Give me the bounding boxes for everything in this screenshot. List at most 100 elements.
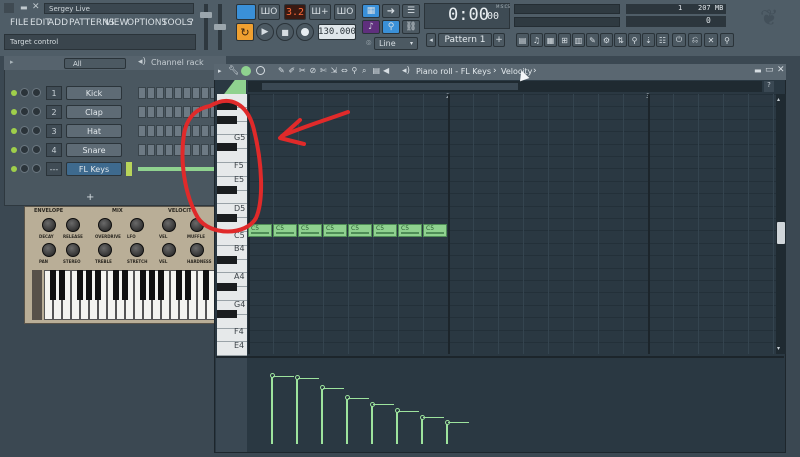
velocity-bar[interactable] bbox=[446, 422, 448, 444]
channel-name-button[interactable]: FL Keys bbox=[66, 162, 122, 176]
zoom-h-icon[interactable]: ⇔ bbox=[341, 66, 348, 75]
undo-icon[interactable]: ⎌ bbox=[688, 33, 702, 47]
stats-icon[interactable]: ☷ bbox=[656, 33, 669, 47]
synth-knob[interactable] bbox=[98, 243, 112, 257]
scroll-up-icon[interactable]: ▴ bbox=[777, 96, 780, 103]
mixer-icon[interactable]: ⊞ bbox=[558, 33, 571, 47]
master-volume-slider[interactable] bbox=[204, 4, 208, 50]
synth-knob[interactable] bbox=[42, 243, 56, 257]
step-button[interactable] bbox=[138, 144, 146, 156]
velocity-bar[interactable] bbox=[321, 387, 323, 444]
channel-mute-led[interactable] bbox=[11, 90, 17, 96]
channel-filter-select[interactable]: All bbox=[64, 58, 126, 69]
menu-file[interactable]: FILE bbox=[10, 18, 29, 28]
piano-roll-icon[interactable]: ♫ bbox=[530, 33, 543, 47]
synth-knob[interactable] bbox=[130, 243, 144, 257]
synth-knob[interactable] bbox=[98, 218, 112, 232]
typing-keyboard-badge[interactable]: 3.2 bbox=[284, 4, 306, 20]
blend-icon[interactable]: ♪ bbox=[362, 20, 380, 34]
piano-black-key[interactable] bbox=[217, 256, 237, 264]
metronome-icon[interactable]: ▦ bbox=[362, 4, 380, 18]
snap-select[interactable]: Line ▾ bbox=[374, 37, 418, 50]
plugin-db-icon[interactable]: ⚲ bbox=[628, 33, 641, 47]
synth-knob[interactable] bbox=[66, 243, 80, 257]
window-minimize-icon[interactable]: ▬ bbox=[20, 3, 28, 12]
roll-menu-arrow-icon[interactable]: ▸ bbox=[218, 67, 222, 75]
bug-icon[interactable]: ⚲ bbox=[720, 33, 734, 47]
synth-black-key[interactable] bbox=[203, 270, 209, 300]
channel-name-button[interactable]: Kick bbox=[66, 86, 122, 100]
stamp-icon[interactable]: ▤ bbox=[373, 66, 381, 75]
export-icon[interactable]: ⇅ bbox=[614, 33, 627, 47]
velocity-bar[interactable] bbox=[346, 397, 348, 444]
zoom-icon[interactable]: ? bbox=[764, 81, 774, 92]
pattern-add-icon[interactable]: + bbox=[493, 33, 505, 47]
pat-song-pattern-led[interactable] bbox=[236, 4, 256, 20]
synth-knob[interactable] bbox=[190, 243, 204, 257]
roll-close-icon[interactable]: ✕ bbox=[777, 65, 785, 75]
synth-black-key[interactable] bbox=[113, 270, 119, 300]
synth-black-key[interactable] bbox=[176, 270, 182, 300]
channel-mixer-track[interactable]: 3 bbox=[46, 124, 62, 138]
synth-black-key[interactable] bbox=[158, 270, 164, 300]
synth-knob[interactable] bbox=[66, 218, 80, 232]
pattern-mode-button[interactable]: ШО bbox=[258, 4, 280, 20]
select-icon[interactable]: ⇲ bbox=[331, 66, 338, 75]
master-volume-handle[interactable] bbox=[200, 12, 212, 18]
wait-input-icon[interactable]: ☰ bbox=[402, 4, 420, 18]
synth-black-key[interactable] bbox=[185, 270, 191, 300]
channel-icon[interactable]: ◀ bbox=[383, 66, 389, 75]
channel-volume-knob[interactable] bbox=[32, 145, 41, 154]
vertical-scroll-thumb[interactable] bbox=[777, 222, 785, 244]
step-button[interactable] bbox=[138, 106, 146, 118]
download-icon[interactable]: ⇣ bbox=[642, 33, 655, 47]
roll-minimize-icon[interactable]: ▬ bbox=[754, 66, 762, 75]
step-button[interactable] bbox=[156, 144, 164, 156]
master-pitch-handle[interactable] bbox=[214, 24, 226, 30]
step-button[interactable] bbox=[138, 125, 146, 137]
synth-black-key[interactable] bbox=[59, 270, 65, 300]
channel-select-led[interactable] bbox=[126, 162, 132, 176]
velocity-bar[interactable] bbox=[296, 377, 298, 444]
channel-mute-led[interactable] bbox=[11, 166, 17, 172]
channel-mute-led[interactable] bbox=[11, 147, 17, 153]
channel-name-button[interactable]: Clap bbox=[66, 105, 122, 119]
zoom-icon[interactable]: ⌕ bbox=[362, 66, 366, 76]
record-icon[interactable] bbox=[296, 23, 314, 41]
play-icon[interactable]: ▶ bbox=[256, 23, 274, 41]
blend-notes-button[interactable]: ШО bbox=[334, 4, 356, 20]
browser-icon[interactable]: ▥ bbox=[572, 33, 585, 47]
plugin-picker-icon[interactable]: ✎ bbox=[586, 33, 599, 47]
menu-help[interactable]: ? bbox=[189, 18, 194, 28]
synth-black-key[interactable] bbox=[122, 270, 128, 300]
channel-volume-knob[interactable] bbox=[32, 126, 41, 135]
step-button[interactable] bbox=[147, 144, 155, 156]
magnet-snap-icon[interactable] bbox=[241, 66, 251, 76]
mute-icon[interactable]: ⊘ bbox=[310, 66, 317, 75]
add-channel-button[interactable]: + bbox=[86, 192, 94, 203]
step-button[interactable] bbox=[156, 125, 164, 137]
synth-black-key[interactable] bbox=[50, 270, 56, 300]
velocity-bar[interactable] bbox=[271, 375, 273, 444]
stop-icon[interactable]: ■ bbox=[276, 23, 294, 41]
pattern-select[interactable]: Pattern 1 bbox=[438, 33, 492, 47]
channel-volume-knob[interactable] bbox=[32, 107, 41, 116]
step-button[interactable] bbox=[156, 106, 164, 118]
channel-mixer-track[interactable]: --- bbox=[46, 162, 62, 176]
slice-icon[interactable]: ✄ bbox=[320, 66, 327, 75]
wrench-icon[interactable]: 🔧︎ bbox=[228, 66, 239, 76]
channel-volume-knob[interactable] bbox=[32, 88, 41, 97]
synth-pitch-wheel[interactable] bbox=[32, 270, 42, 320]
piano-roll-note[interactable]: C5 bbox=[373, 224, 397, 237]
loop-record-icon[interactable]: ↻ bbox=[236, 23, 254, 41]
playback-icon[interactable]: ⚲ bbox=[352, 66, 358, 75]
channel-name-button[interactable]: Hat bbox=[66, 124, 122, 138]
delete-icon[interactable]: ✂ bbox=[299, 66, 306, 75]
piano-roll-note[interactable]: C5 bbox=[398, 224, 422, 237]
step-edit-button[interactable]: Ш+ bbox=[309, 4, 331, 20]
channel-mixer-track[interactable]: 2 bbox=[46, 105, 62, 119]
synth-knob[interactable] bbox=[42, 218, 56, 232]
window-close-icon[interactable]: ✕ bbox=[32, 2, 40, 12]
playlist-icon[interactable]: ▤ bbox=[516, 33, 529, 47]
channel-mute-led[interactable] bbox=[11, 109, 17, 115]
